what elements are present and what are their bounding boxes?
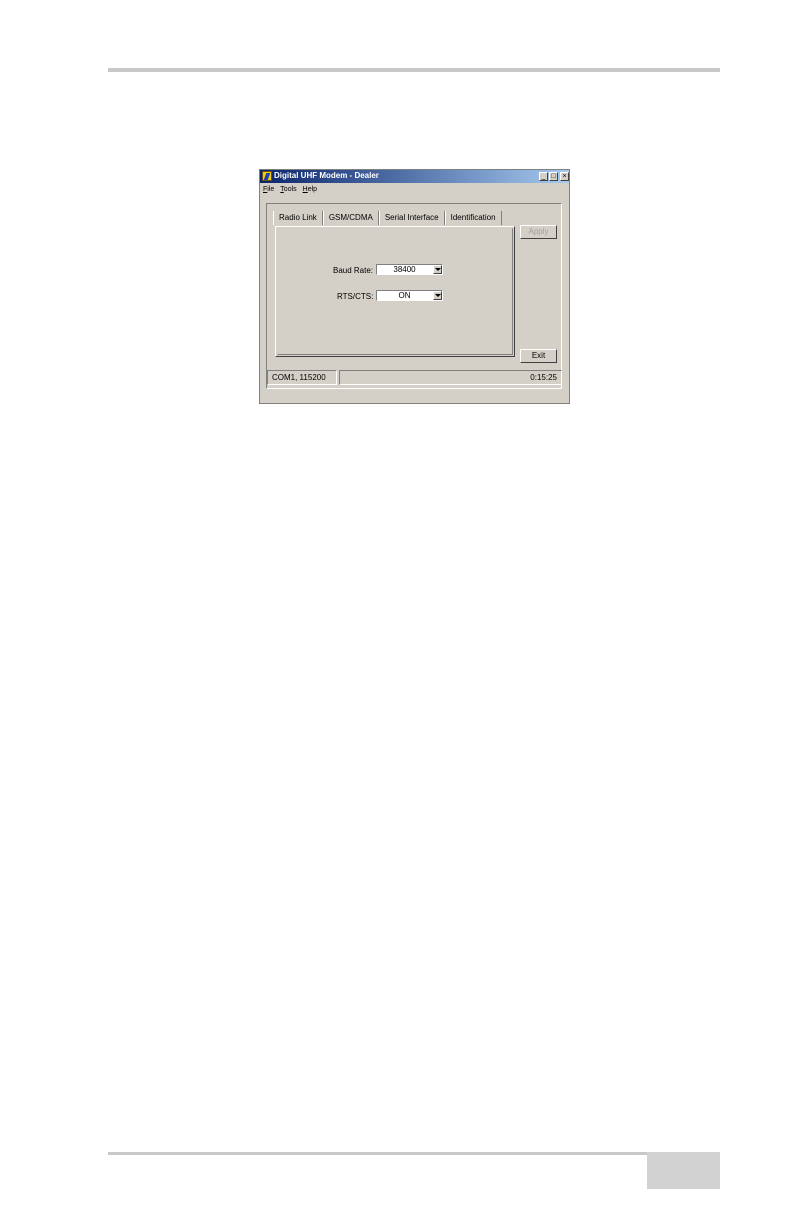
dropdown-arrow-icon[interactable] [433,265,442,274]
maximize-icon[interactable]: □ [549,172,558,181]
serial-interface-panel: Baud Rate: 38400 RTS/CTS: ON [275,226,515,357]
footer-rule [108,1152,720,1155]
status-port: COM1, 115200 [267,370,337,385]
header-rule [108,68,720,72]
tab-serial-interface[interactable]: Serial Interface [378,211,445,225]
title-bar[interactable]: Digital UHF Modem - Dealer _ □ × [260,170,569,183]
rts-cts-select[interactable]: ON [376,290,443,301]
app-icon [262,171,272,181]
tab-identification[interactable]: Identification [444,211,502,225]
status-bar: COM1, 115200 0:15:25 [267,370,562,385]
rts-cts-value: ON [398,291,411,300]
tab-strip: Radio Link GSM/CDMA Serial Interface Ide… [273,211,502,225]
status-elapsed-time: 0:15:25 [339,370,562,385]
apply-button[interactable]: Apply [520,225,557,239]
rts-cts-label: RTS/CTS: [337,292,374,301]
menu-help[interactable]: Help [303,184,317,195]
baud-rate-select[interactable]: 38400 [376,264,443,275]
baud-rate-value: 38400 [393,265,416,274]
dropdown-arrow-icon[interactable] [433,291,442,300]
window-title: Digital UHF Modem - Dealer [274,171,379,180]
minimize-icon[interactable]: _ [539,172,548,181]
page-number-box [647,1152,720,1189]
tab-gsm-cdma[interactable]: GSM/CDMA [322,211,379,225]
modem-window: Digital UHF Modem - Dealer _ □ × File To… [259,169,570,404]
menu-tools[interactable]: Tools [280,184,296,195]
baud-rate-label: Baud Rate: [333,266,374,275]
exit-button[interactable]: Exit [520,349,557,363]
menu-bar: File Tools Help [260,184,569,195]
tab-radio-link[interactable]: Radio Link [273,211,323,225]
menu-file[interactable]: File [263,184,274,195]
close-icon[interactable]: × [560,172,569,181]
